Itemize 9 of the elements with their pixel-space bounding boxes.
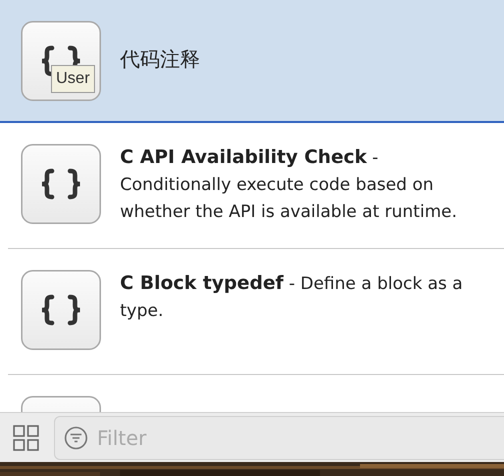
snippet-text: 代码注释 xyxy=(120,46,200,73)
snippet-text: C API Availability Check - Conditionally execute code based on whether the API is available at runtime. xyxy=(120,146,458,224)
braces-icon xyxy=(21,270,101,350)
grid-view-icon[interactable] xyxy=(13,424,39,450)
tooltip: User xyxy=(51,65,95,93)
filter-field[interactable]: Filter xyxy=(54,416,504,460)
braces-icon xyxy=(21,144,101,224)
snippet-row[interactable]: User 代码注释 xyxy=(0,0,504,123)
snippet-text: C Block typedef - Define a block as a type. xyxy=(120,272,464,323)
